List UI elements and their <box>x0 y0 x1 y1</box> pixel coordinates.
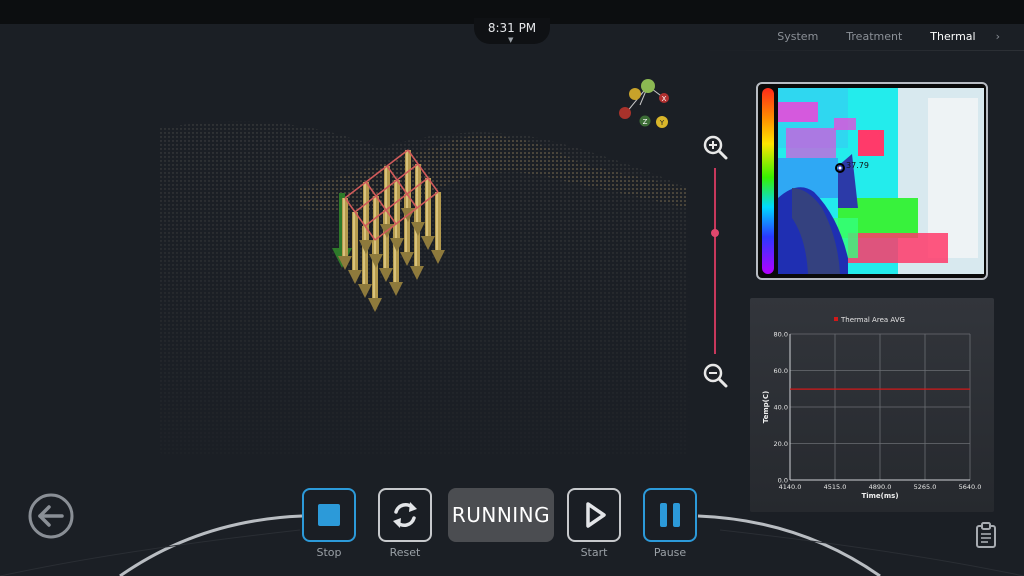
tab-system[interactable]: System <box>763 30 832 46</box>
clock-pill[interactable]: 8:31 PM ▼ <box>474 18 550 44</box>
tab-divider <box>700 50 1024 51</box>
thermal-image: 37.79 <box>778 88 984 274</box>
thermal-camera-view[interactable]: 37.79 <box>756 82 988 280</box>
chevron-down-icon: ▼ <box>508 36 514 44</box>
y-tick-label: 80.0 <box>774 331 788 339</box>
start-control: Start <box>567 488 621 559</box>
reset-control: Reset <box>378 488 432 559</box>
pause-label: Pause <box>653 546 687 559</box>
stop-icon <box>318 504 340 526</box>
y-tick-label: 60.0 <box>774 367 788 375</box>
stop-label: Stop <box>316 546 342 559</box>
pause-button[interactable] <box>643 488 697 542</box>
gizmo-x-label: X <box>662 95 667 103</box>
zoom-slider-handle[interactable] <box>711 229 719 238</box>
tab-bar: System Treatment Thermal › <box>763 30 1000 46</box>
zoom-in-icon[interactable] <box>702 134 728 160</box>
stop-button[interactable] <box>302 488 356 542</box>
tab-treatment[interactable]: Treatment <box>832 30 916 46</box>
3d-viewport[interactable]: X Z Y <box>160 68 688 456</box>
tab-thermal[interactable]: Thermal <box>916 30 989 46</box>
gizmo-y-label: Y <box>659 119 665 127</box>
zoom-out-icon[interactable] <box>702 362 728 388</box>
legend-swatch <box>834 317 838 321</box>
thermal-temp-readout: 37.79 <box>846 161 869 170</box>
start-label: Start <box>580 546 608 559</box>
reset-button[interactable] <box>378 488 432 542</box>
play-icon <box>586 502 606 528</box>
pause-control: Pause <box>643 488 697 559</box>
refresh-icon <box>393 502 417 528</box>
zoom-slider-track[interactable] <box>714 168 716 354</box>
status-indicator: RUNNING <box>448 488 554 542</box>
reset-label: Reset <box>389 546 421 559</box>
clock: 8:31 PM <box>487 21 537 35</box>
y-axis-label: Temp(C) <box>762 391 770 423</box>
gizmo-origin-icon <box>641 79 655 93</box>
clipboard-icon[interactable] <box>975 522 997 548</box>
stop-control: Stop <box>302 488 356 559</box>
y-tick-label: 40.0 <box>774 404 788 412</box>
pause-icon <box>660 503 680 527</box>
gizmo-z-label: Z <box>643 118 648 126</box>
start-button[interactable] <box>567 488 621 542</box>
axis-gizmo[interactable]: X Z Y <box>619 79 669 128</box>
thermal-color-scale <box>762 88 774 274</box>
chevron-right-icon[interactable]: › <box>990 30 1000 46</box>
legend-label: Thermal Area AVG <box>840 316 905 324</box>
y-tick-label: 20.0 <box>774 440 788 448</box>
